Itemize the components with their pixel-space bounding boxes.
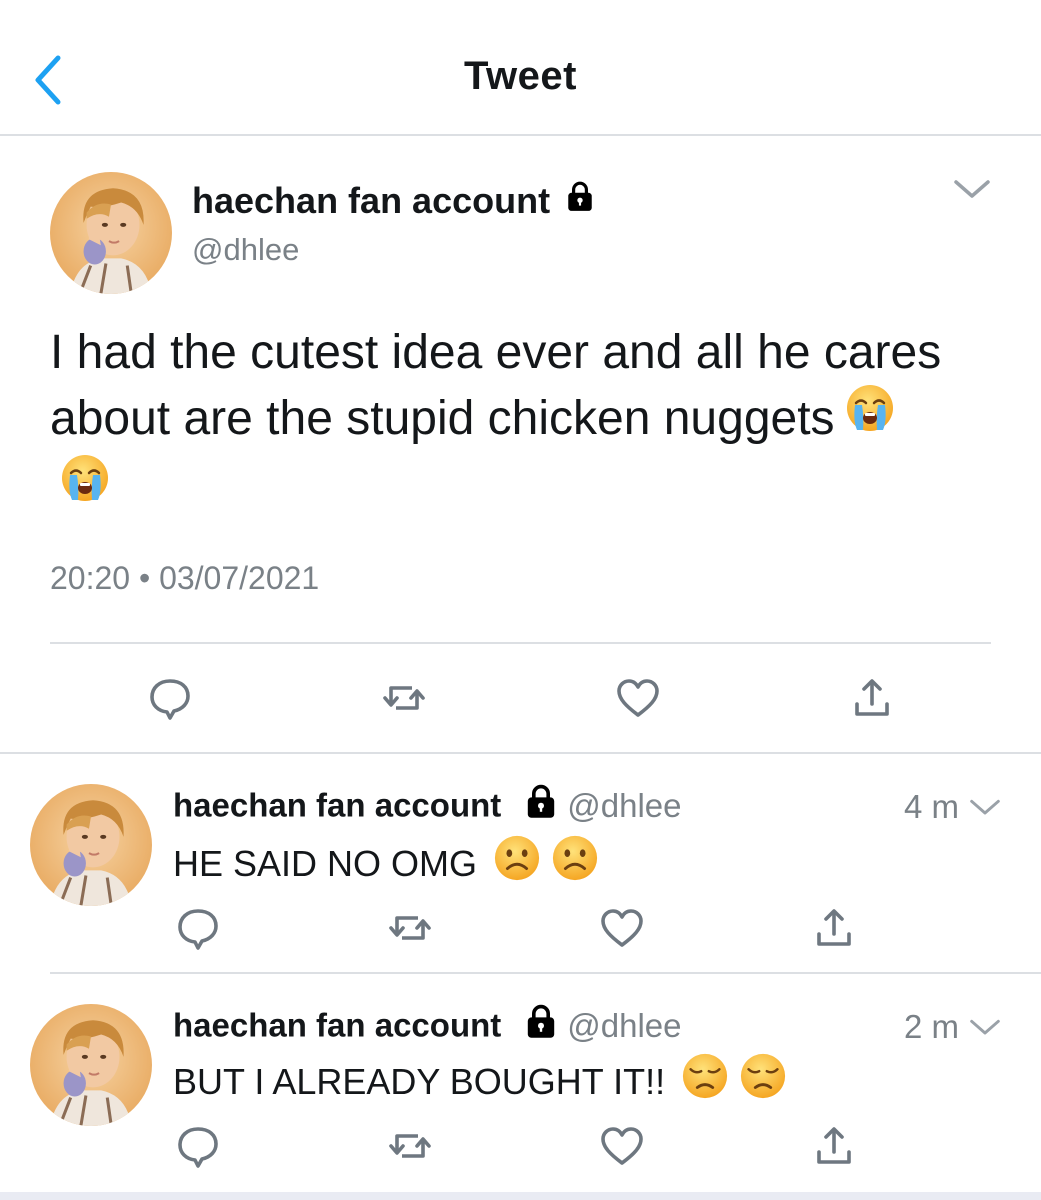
- lock-icon: [523, 783, 559, 827]
- like-icon[interactable]: [594, 1118, 650, 1174]
- retweet-icon[interactable]: [382, 1118, 438, 1174]
- avatar[interactable]: [30, 1004, 152, 1126]
- author-handle: @dhlee: [567, 1006, 682, 1044]
- loudly-crying-face-icon: [845, 383, 895, 451]
- page-title: Tweet: [464, 54, 577, 98]
- reply-icon[interactable]: [170, 900, 226, 956]
- chevron-down-icon[interactable]: [968, 798, 1002, 823]
- display-name: haechan fan account: [173, 786, 502, 824]
- disappointed-face-icon: [739, 1052, 787, 1109]
- tweet-text: I had the cutest idea ever and all he ca…: [50, 320, 950, 525]
- divider: [50, 972, 1041, 974]
- reply-icon[interactable]: [170, 1118, 226, 1174]
- divider: [0, 752, 1041, 754]
- share-icon[interactable]: [806, 900, 862, 956]
- author-name[interactable]: haechan fan account: [192, 180, 596, 224]
- frowning-face-icon: [551, 834, 599, 891]
- frowning-face-icon: [493, 834, 541, 891]
- reply-icon[interactable]: [142, 670, 198, 726]
- reply-text: BUT I ALREADY BOUGHT IT!!: [173, 1056, 787, 1113]
- reply-text: HE SAID NO OMG: [173, 838, 599, 895]
- reply-time: 2 m: [903, 1008, 959, 1045]
- loudly-crying-face-icon: [60, 453, 110, 521]
- share-icon[interactable]: [806, 1118, 862, 1174]
- reply-text-body: HE SAID NO OMG: [173, 843, 478, 885]
- reply-time: 4 m: [903, 788, 959, 825]
- retweet-icon[interactable]: [376, 670, 432, 726]
- chevron-down-icon[interactable]: [968, 1018, 1002, 1043]
- display-name: haechan fan account: [192, 180, 551, 221]
- lock-icon: [523, 1003, 559, 1047]
- avatar[interactable]: [30, 784, 152, 906]
- display-name: haechan fan account: [173, 1006, 502, 1044]
- tweet-text-body: I had the cutest idea ever and all he ca…: [50, 326, 942, 445]
- bottom-divider: [0, 1192, 1041, 1200]
- tweet-timestamp: 20:20 • 03/07/2021: [50, 560, 320, 596]
- author-handle: @dhlee: [567, 786, 682, 824]
- author-handle[interactable]: @dhlee: [192, 232, 299, 268]
- author-name[interactable]: haechan fan account @dhlee: [173, 786, 682, 830]
- disappointed-face-icon: [681, 1052, 729, 1109]
- share-icon[interactable]: [844, 670, 900, 726]
- chevron-down-icon[interactable]: [952, 178, 992, 207]
- like-icon[interactable]: [610, 670, 666, 726]
- like-icon[interactable]: [594, 900, 650, 956]
- lock-icon: [564, 179, 596, 221]
- reply-text-body: BUT I ALREADY BOUGHT IT!!: [173, 1061, 666, 1103]
- author-name[interactable]: haechan fan account @dhlee: [173, 1006, 682, 1050]
- nav-bar: Tweet: [0, 0, 1041, 136]
- divider: [50, 642, 991, 644]
- retweet-icon[interactable]: [382, 900, 438, 956]
- avatar[interactable]: [50, 172, 172, 294]
